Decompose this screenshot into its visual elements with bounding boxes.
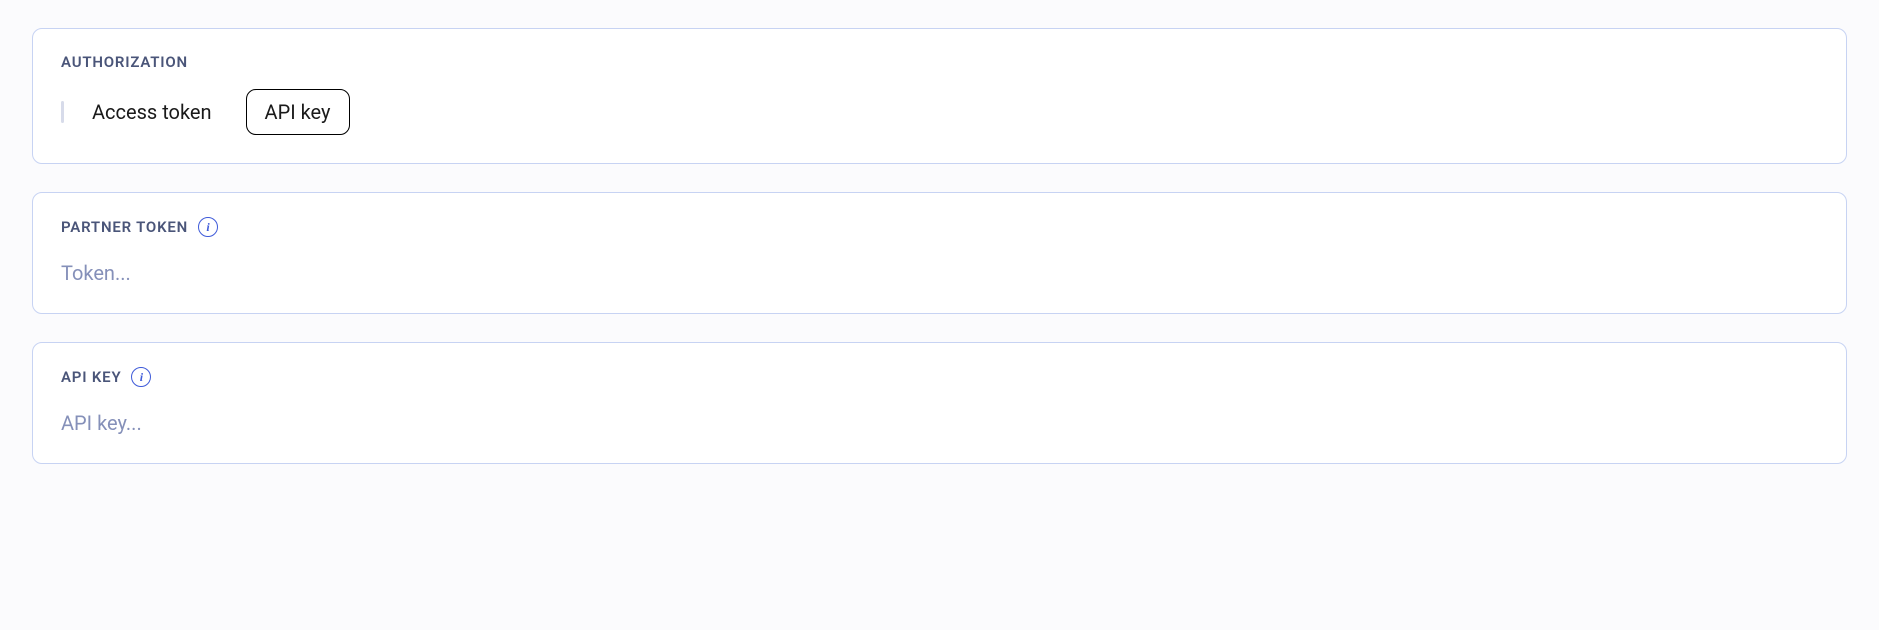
authorization-card: AUTHORIZATION Access token API key — [32, 28, 1847, 164]
authorization-header: AUTHORIZATION — [61, 53, 1818, 71]
partner-token-input[interactable] — [61, 261, 1818, 285]
api-key-header: API KEY i — [61, 367, 1818, 387]
api-key-label: API KEY — [61, 368, 121, 386]
authorization-tabs: Access token API key — [61, 89, 1818, 135]
api-key-card: API KEY i — [32, 342, 1847, 464]
partner-token-header: PARTNER TOKEN i — [61, 217, 1818, 237]
info-icon[interactable]: i — [131, 367, 151, 387]
partner-token-card: PARTNER TOKEN i — [32, 192, 1847, 314]
api-key-input[interactable] — [61, 411, 1818, 435]
tab-access-token[interactable]: Access token — [74, 90, 230, 134]
tab-indicator — [61, 101, 64, 123]
info-icon[interactable]: i — [198, 217, 218, 237]
tab-api-key[interactable]: API key — [246, 89, 350, 135]
authorization-label: AUTHORIZATION — [61, 53, 188, 71]
partner-token-label: PARTNER TOKEN — [61, 218, 188, 236]
